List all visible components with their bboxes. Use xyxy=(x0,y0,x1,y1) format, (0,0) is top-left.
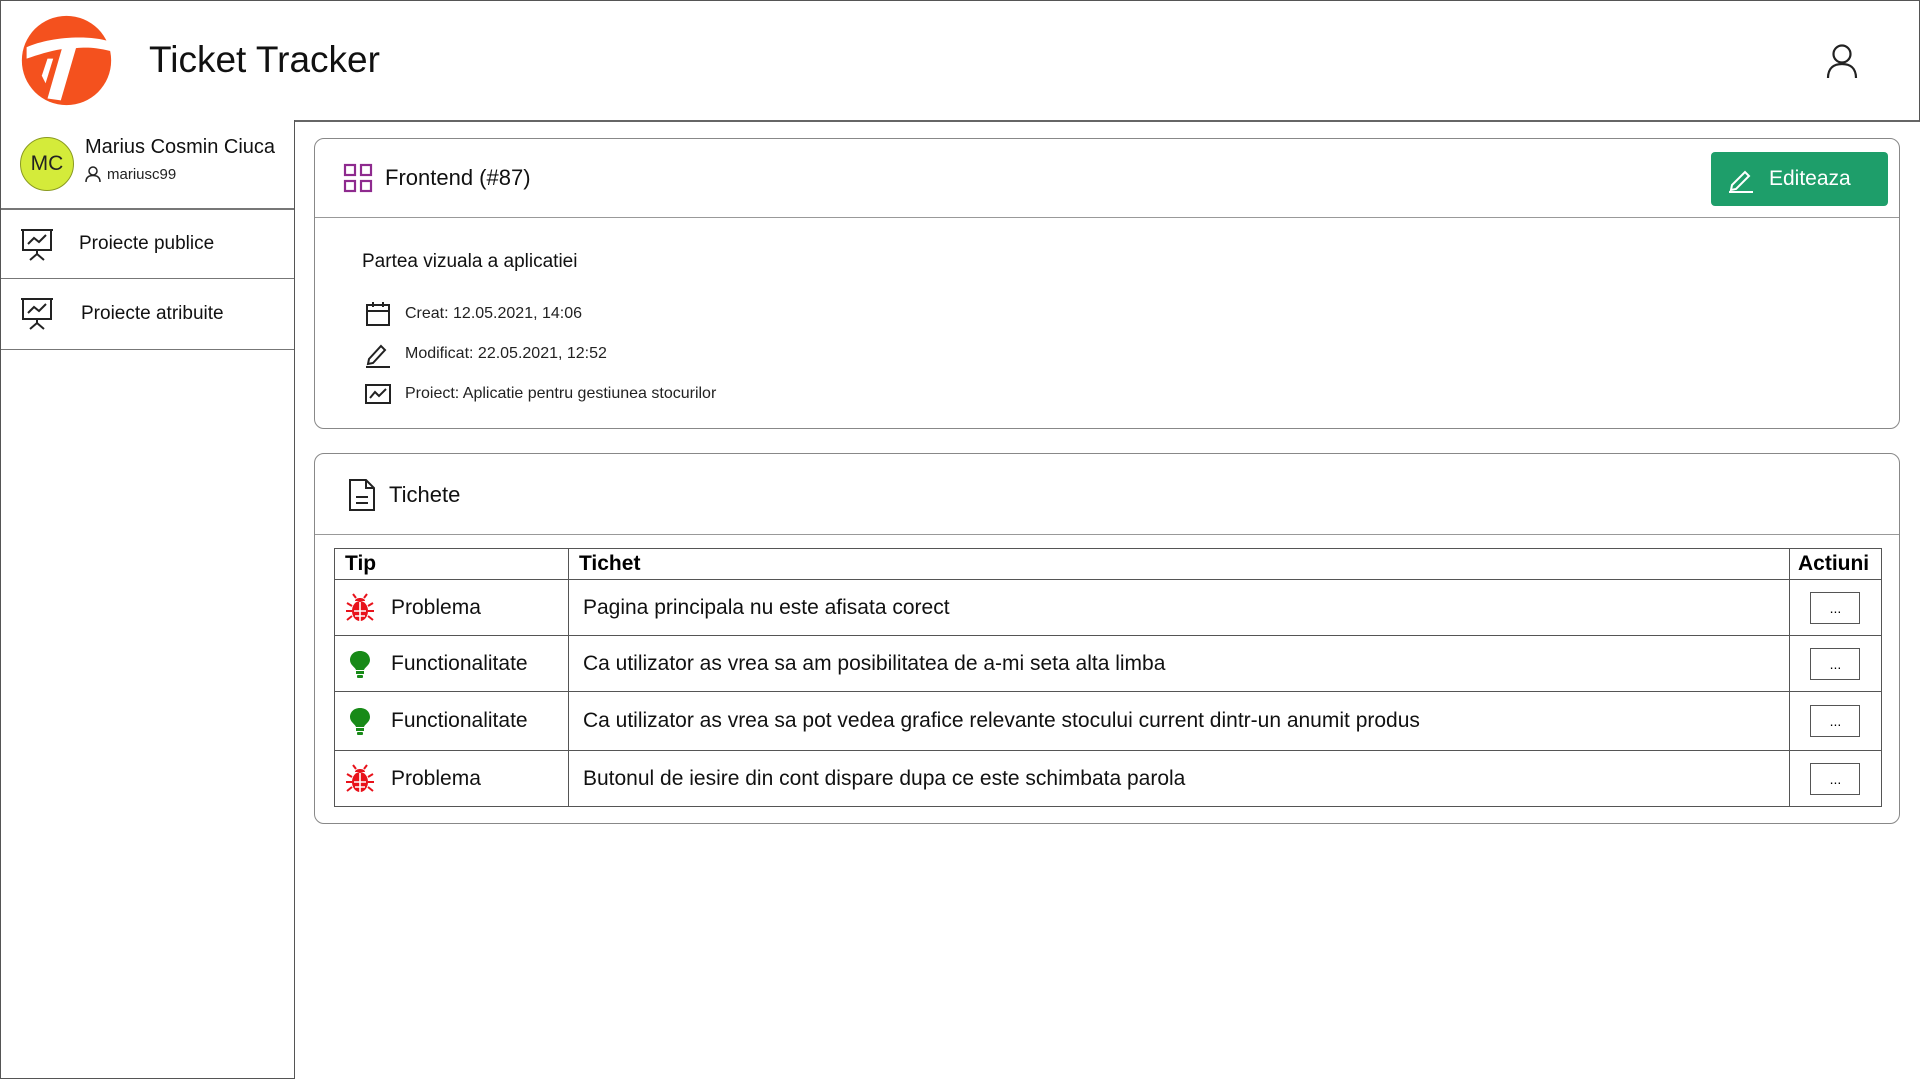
lightbulb-icon xyxy=(350,708,370,735)
table-row[interactable]: Problema Pagina principala nu este afisa… xyxy=(334,579,1883,636)
table-row[interactable]: Functionalitate Ca utilizator as vrea sa… xyxy=(334,691,1883,751)
grid-icon xyxy=(343,163,373,193)
sidebar-item-label: Proiecte atribuite xyxy=(81,303,224,324)
sidebar-item-proiecte-atribuite[interactable]: Proiecte atribuite xyxy=(1,279,294,350)
created-row: Creat: 12.05.2021, 14:06 xyxy=(364,300,582,328)
tickets-table: Tip Tichet Actiuni Problema Pagina princ… xyxy=(334,548,1883,807)
project-details-card: Frontend (#87) Editeaza Partea vizuala a… xyxy=(314,138,1900,429)
edit-button-label: Editeaza xyxy=(1769,167,1851,190)
project-card-header: Frontend (#87) Editeaza xyxy=(315,139,1899,218)
lightbulb-icon xyxy=(350,650,370,678)
user-account-icon[interactable] xyxy=(1825,43,1859,79)
ticket-type-label: Functionalitate xyxy=(391,709,528,732)
pencil-icon xyxy=(1729,170,1753,193)
created-date: Creat: 12.05.2021, 14:06 xyxy=(405,305,583,322)
bug-icon xyxy=(346,763,374,792)
ticket-type-cell: Functionalitate xyxy=(334,635,569,692)
tickets-card: Tichete Tip Tichet Actiuni Problema Pagi… xyxy=(314,453,1900,824)
ticket-actions-cell: ... xyxy=(1788,579,1883,636)
tickets-title: Tichete xyxy=(389,482,461,507)
calendar-icon xyxy=(366,302,390,326)
document-icon xyxy=(349,479,375,511)
project-name: Proiect: Aplicatie pentru gestiunea stoc… xyxy=(405,385,717,402)
table-row[interactable]: Problema Butonul de iesire din cont disp… xyxy=(334,750,1883,807)
sidebar: MC Marius Cosmin Ciuca mariusc99 Proiect… xyxy=(0,120,295,1079)
column-header-type[interactable]: Tip xyxy=(334,548,569,580)
ticket-type-cell: Problema xyxy=(334,579,569,636)
ticket-type-cell: Functionalitate xyxy=(334,691,569,751)
modified-row: Modificat: 22.05.2021, 12:52 xyxy=(364,340,607,368)
line-chart-icon xyxy=(365,384,391,404)
ticket-type-cell: Problema xyxy=(334,750,569,807)
ticket-actions-cell: ... xyxy=(1788,750,1883,807)
profile-username: mariusc99 xyxy=(107,166,177,183)
user-icon xyxy=(85,166,101,183)
presentation-chart-icon xyxy=(21,229,53,261)
edit-project-button[interactable]: Editeaza xyxy=(1711,152,1888,206)
sidebar-item-proiecte-publice[interactable]: Proiecte publice xyxy=(1,210,294,279)
ticket-tracker-logo[interactable] xyxy=(19,13,114,108)
ticket-type-label: Problema xyxy=(391,766,481,790)
project-row: Proiect: Aplicatie pentru gestiunea stoc… xyxy=(364,380,716,408)
more-actions-button[interactable]: ... xyxy=(1810,591,1861,624)
column-header-actions: Actiuni xyxy=(1788,548,1883,580)
more-actions-button[interactable]: ... xyxy=(1810,647,1861,680)
user-profile: MC Marius Cosmin Ciuca mariusc99 xyxy=(1,120,294,210)
more-actions-button[interactable]: ... xyxy=(1810,762,1861,795)
more-actions-button[interactable]: ... xyxy=(1810,705,1861,737)
bug-icon xyxy=(346,592,374,621)
column-header-ticket[interactable]: Tichet xyxy=(567,548,1790,580)
app-title: Ticket Tracker xyxy=(149,39,380,80)
ticket-title[interactable]: Pagina principala nu este afisata corect xyxy=(567,579,1790,636)
ticket-title[interactable]: Ca utilizator as vrea sa am posibilitate… xyxy=(567,635,1790,692)
ticket-actions-cell: ... xyxy=(1788,635,1883,692)
profile-username-row: mariusc99 xyxy=(85,166,176,183)
ticket-title[interactable]: Ca utilizator as vrea sa pot vedea grafi… xyxy=(567,691,1790,751)
modified-date: Modificat: 22.05.2021, 12:52 xyxy=(405,345,607,362)
project-description: Partea vizuala a aplicatiei xyxy=(362,251,578,272)
profile-name: Marius Cosmin Ciuca xyxy=(85,136,276,158)
ticket-type-label: Problema xyxy=(391,595,481,619)
pencil-icon xyxy=(366,344,390,368)
ticket-actions-cell: ... xyxy=(1788,691,1883,751)
ticket-type-label: Functionalitate xyxy=(391,651,528,675)
sidebar-item-label: Proiecte publice xyxy=(79,233,215,254)
project-title: Frontend (#87) xyxy=(385,165,531,190)
table-header-row: Tip Tichet Actiuni xyxy=(334,548,1883,580)
app-header: Ticket Tracker xyxy=(0,0,1920,122)
ticket-title[interactable]: Butonul de iesire din cont dispare dupa … xyxy=(567,750,1790,807)
table-row[interactable]: Functionalitate Ca utilizator as vrea sa… xyxy=(334,635,1883,692)
avatar: MC xyxy=(20,137,74,191)
presentation-chart-icon xyxy=(21,298,53,330)
tickets-card-header: Tichete xyxy=(315,454,1899,535)
